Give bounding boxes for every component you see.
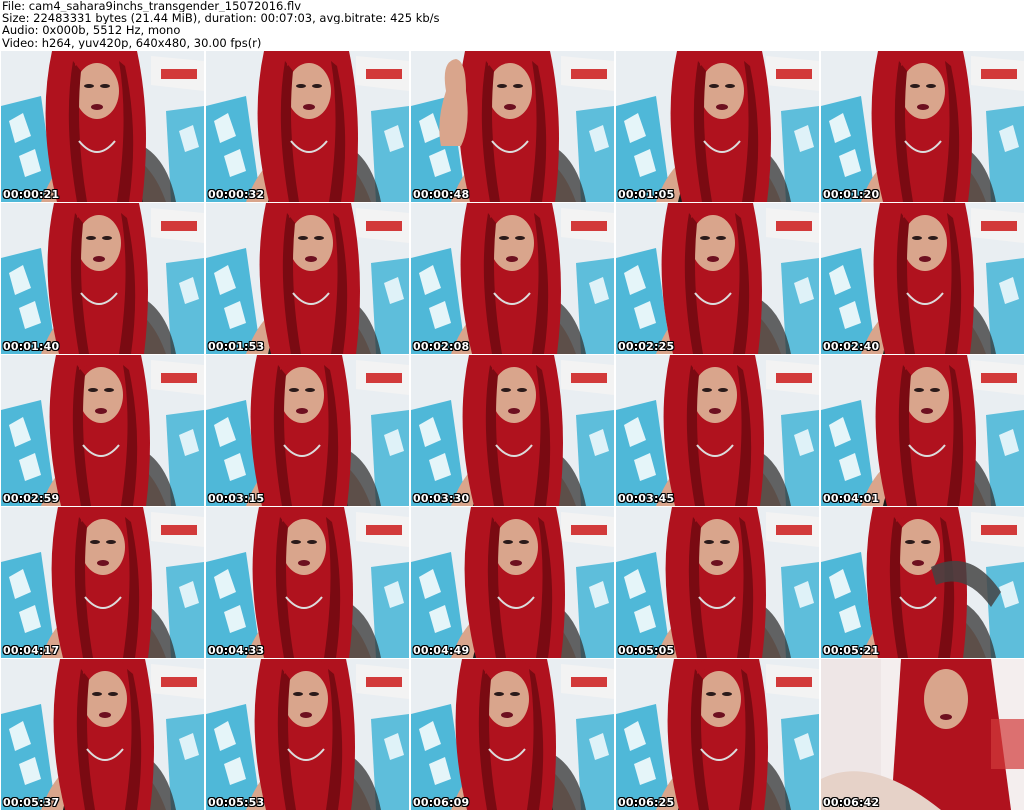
thumbnail-frame-image [1,51,204,202]
thumbnail-timestamp: 00:03:30 [413,492,470,505]
thumbnail-timestamp: 00:02:08 [413,340,470,353]
thumbnail-timestamp: 00:04:01 [823,492,880,505]
video-thumbnail: 00:02:25 [616,203,819,354]
thumbnail-frame-image [1,203,204,354]
thumbnail-frame-image [616,355,819,506]
thumbnail-frame-image [411,355,614,506]
video-thumbnail: 00:00:48 [411,51,614,202]
thumbnail-frame-image [821,51,1024,202]
audio-info-line: Audio: 0x000b, 5512 Hz, mono [2,24,181,37]
thumbnail-frame-image [821,659,1024,810]
thumbnail-timestamp: 00:00:32 [208,188,265,201]
thumbnail-frame-image [206,355,409,506]
thumbnail-timestamp: 00:04:33 [208,644,265,657]
thumbnail-timestamp: 00:00:21 [3,188,60,201]
thumbnail-frame-image [616,507,819,658]
video-thumbnail: 00:02:59 [1,355,204,506]
thumbnail-timestamp: 00:01:05 [618,188,675,201]
video-thumbnail: 00:03:45 [616,355,819,506]
video-thumbnail: 00:05:21 [821,507,1024,658]
thumbnail-timestamp: 00:06:25 [618,796,675,809]
video-thumbnail: 00:06:09 [411,659,614,810]
thumbnail-timestamp: 00:04:17 [3,644,60,657]
thumbnail-frame-image [821,355,1024,506]
thumbnail-frame-image [206,203,409,354]
video-thumbnail: 00:01:20 [821,51,1024,202]
thumbnail-timestamp: 00:04:49 [413,644,470,657]
thumbnail-frame-image [206,51,409,202]
thumbnail-timestamp: 00:02:25 [618,340,675,353]
thumbnail-timestamp: 00:01:20 [823,188,880,201]
video-thumbnail: 00:05:05 [616,507,819,658]
thumbnail-timestamp: 00:02:40 [823,340,880,353]
thumbnail-frame-image [411,659,614,810]
video-thumbnail: 00:02:08 [411,203,614,354]
video-thumbnail: 00:04:17 [1,507,204,658]
thumbnail-frame-image [616,659,819,810]
thumbnail-frame-image [411,51,614,202]
video-thumbnail: 00:01:05 [616,51,819,202]
thumbnail-timestamp: 00:01:40 [3,340,60,353]
thumbnail-timestamp: 00:03:15 [208,492,265,505]
video-thumbnail: 00:04:49 [411,507,614,658]
file-size-line: Size: 22483331 bytes (21.44 MiB), durati… [2,12,440,25]
thumbnail-frame-image [411,507,614,658]
thumbnail-frame-image [1,355,204,506]
thumbnail-frame-image [206,507,409,658]
video-thumbnail: 00:04:01 [821,355,1024,506]
video-thumbnail: 00:05:37 [1,659,204,810]
thumbnail-timestamp: 00:05:21 [823,644,880,657]
video-thumbnail: 00:01:40 [1,203,204,354]
video-thumbnail: 00:06:42 [821,659,1024,810]
thumbnail-timestamp: 00:06:09 [413,796,470,809]
video-info-line: Video: h264, yuv420p, 640x480, 30.00 fps… [2,36,262,49]
thumbnail-timestamp: 00:03:45 [618,492,675,505]
thumbnail-timestamp: 00:01:53 [208,340,265,353]
file-name-line: File: cam4_sahara9inchs_transgender_1507… [2,0,302,13]
thumbnail-timestamp: 00:02:59 [3,492,60,505]
thumbnail-timestamp: 00:05:53 [208,796,265,809]
thumbnail-frame-image [616,51,819,202]
video-thumbnail: 00:01:53 [206,203,409,354]
video-thumbnail: 00:03:30 [411,355,614,506]
thumbnail-frame-image [411,203,614,354]
video-thumbnail: 00:00:21 [1,51,204,202]
thumbnail-frame-image [616,203,819,354]
video-thumbnail: 00:02:40 [821,203,1024,354]
video-thumbnail: 00:06:25 [616,659,819,810]
thumbnail-timestamp: 00:05:37 [3,796,60,809]
file-info-header: File: cam4_sahara9inchs_transgender_1507… [2,0,1022,50]
thumbnail-frame-image [1,507,204,658]
thumbnail-frame-image [821,203,1024,354]
thumbnail-grid: 00:00:21 00:00:32 00:00:48 00:01:05 00:01:20… [0,51,1024,811]
thumbnail-timestamp: 00:05:05 [618,644,675,657]
video-thumbnail: 00:00:32 [206,51,409,202]
thumbnail-frame-image [821,507,1024,658]
video-thumbnail: 00:05:53 [206,659,409,810]
thumbnail-timestamp: 00:06:42 [823,796,880,809]
video-thumbnail: 00:03:15 [206,355,409,506]
thumbnail-frame-image [206,659,409,810]
video-thumbnail: 00:04:33 [206,507,409,658]
thumbnail-frame-image [1,659,204,810]
thumbnail-timestamp: 00:00:48 [413,188,470,201]
